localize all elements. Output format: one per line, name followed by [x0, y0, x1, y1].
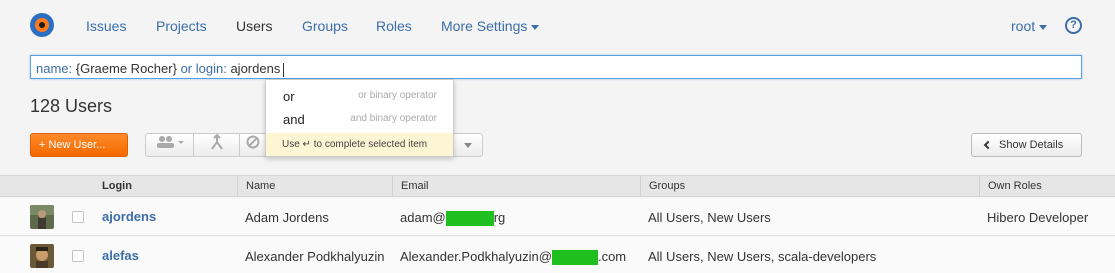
nav-users[interactable]: Users: [236, 18, 273, 34]
suggestion-operator: or: [283, 89, 295, 104]
merge-users-button[interactable]: [193, 133, 240, 157]
row-checkbox[interactable]: [72, 250, 84, 262]
search-query-input[interactable]: name: {Graeme Rocher} or login: ajordens: [30, 55, 1082, 79]
user-email-cell: adam@ rg: [400, 210, 506, 227]
avatar: [30, 244, 54, 268]
redaction-block: [445, 211, 494, 227]
more-actions-button[interactable]: [453, 133, 483, 157]
table-row[interactable]: ajordens Adam Jordens adam@ rg All Users,…: [0, 198, 1115, 236]
column-email[interactable]: Email: [392, 176, 437, 196]
nav-more-settings-label: More Settings: [441, 18, 528, 34]
user-groups-cell: All Users, New Users, scala-developers: [648, 249, 877, 264]
user-name-cell: Adam Jordens: [245, 210, 329, 225]
user-name: root: [1011, 18, 1036, 34]
query-value-name: {Graeme Rocher}: [75, 61, 177, 76]
query-key-name: name:: [36, 61, 73, 76]
add-to-group-button[interactable]: [145, 133, 194, 157]
user-login-link[interactable]: alefas: [102, 248, 139, 263]
table-row[interactable]: alefas Alexander Podkhalyuzin Alexander.…: [0, 237, 1115, 273]
query-suggestions-popup: or or binary operator and and binary ope…: [265, 79, 454, 157]
email-suffix: rg: [493, 210, 506, 225]
query-operator: or: [180, 61, 193, 76]
chevron-down-icon: [464, 143, 472, 149]
email-prefix: Alexander.Podkhalyuzin@: [400, 249, 552, 264]
nav-projects[interactable]: Projects: [156, 18, 207, 34]
suggestion-description: or binary operator: [358, 90, 437, 101]
suggestion-item[interactable]: and and binary operator: [266, 108, 453, 130]
user-roles-cell: Hibero Developer: [987, 210, 1089, 225]
nav-roles[interactable]: Roles: [376, 18, 412, 34]
redaction-block: [551, 250, 598, 266]
ban-icon: [246, 135, 259, 149]
suggestion-hint: Use ↵ to complete selected item: [266, 133, 453, 156]
merge-icon: [210, 133, 223, 150]
app-logo-icon[interactable]: [30, 13, 54, 37]
users-icon: [156, 136, 184, 148]
user-groups-cell: All Users, New Users: [648, 210, 771, 225]
chevron-down-icon: [1039, 24, 1048, 30]
user-menu[interactable]: root: [1011, 18, 1048, 34]
column-own-roles[interactable]: Own Roles: [979, 176, 1050, 196]
text-cursor: [283, 62, 285, 77]
page-title: 128 Users: [30, 96, 113, 116]
help-icon[interactable]: ?: [1065, 17, 1082, 34]
show-details-button[interactable]: Show Details: [971, 133, 1082, 157]
email-prefix: adam@: [400, 210, 446, 225]
email-suffix: .com: [597, 249, 627, 264]
nav-groups[interactable]: Groups: [302, 18, 348, 34]
user-email-cell: Alexander.Podkhalyuzin@ .com: [400, 249, 627, 266]
suggestion-item[interactable]: or or binary operator: [266, 85, 453, 107]
user-login-link[interactable]: ajordens: [102, 209, 156, 224]
query-value-login: ajordens: [230, 61, 281, 76]
row-checkbox[interactable]: [72, 211, 84, 223]
avatar: [30, 205, 54, 229]
top-nav: Issues Projects Users Groups Roles More …: [0, 0, 1115, 52]
suggestion-description: and binary operator: [350, 113, 437, 124]
new-user-button[interactable]: + New User...: [30, 133, 128, 157]
suggestion-operator: and: [283, 112, 305, 127]
chevron-left-icon: [983, 140, 993, 150]
show-details-label: Show Details: [999, 139, 1064, 151]
table-header: Login Name Email Groups Own Roles: [0, 175, 1115, 197]
column-login[interactable]: Login: [94, 176, 140, 196]
chevron-down-icon: [531, 24, 540, 30]
column-name[interactable]: Name: [237, 176, 283, 196]
column-groups[interactable]: Groups: [640, 176, 693, 196]
nav-issues[interactable]: Issues: [86, 18, 126, 34]
query-key-login: login:: [195, 61, 227, 76]
user-name-cell: Alexander Podkhalyuzin: [245, 249, 385, 264]
ban-user-button[interactable]: [239, 133, 265, 157]
nav-more-settings[interactable]: More Settings: [441, 18, 540, 34]
